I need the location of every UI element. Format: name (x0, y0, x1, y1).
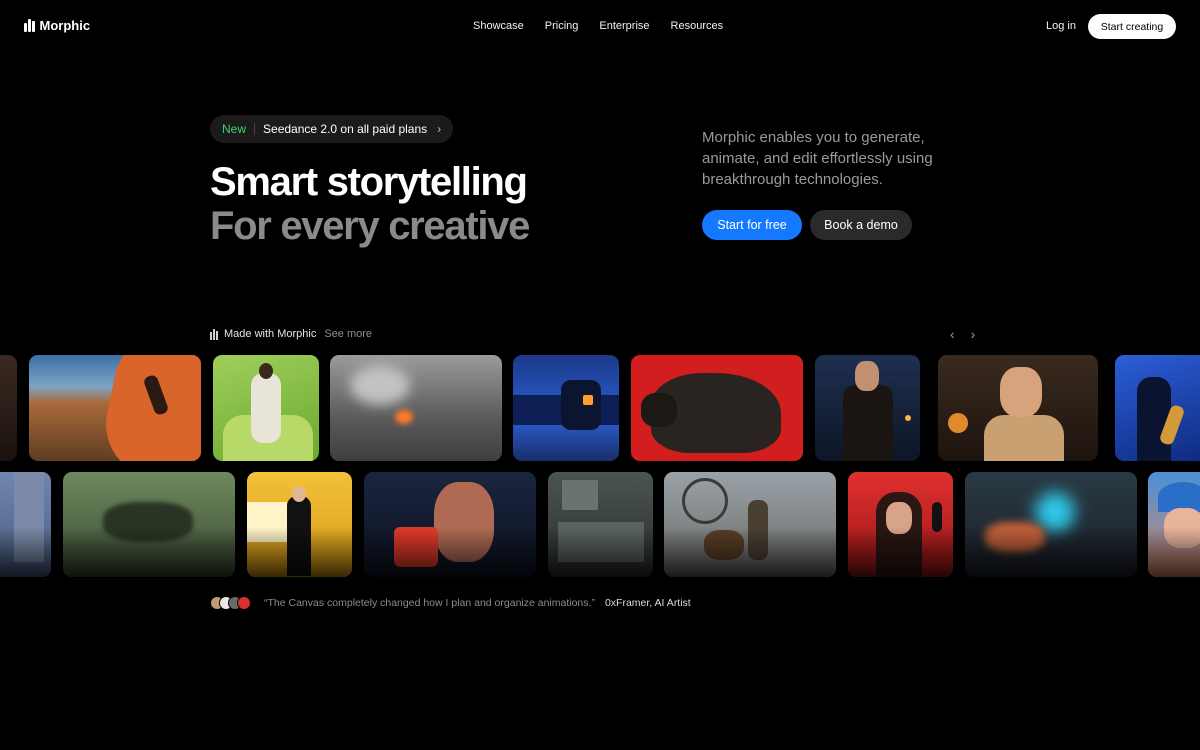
badge-new-label: New (222, 122, 247, 136)
badge-divider (254, 123, 256, 135)
morphic-logo-icon (210, 328, 218, 340)
made-with-label: Made with Morphic (224, 328, 317, 340)
nav-link-enterprise[interactable]: Enterprise (599, 20, 649, 32)
gallery-thumbnail[interactable] (965, 472, 1137, 577)
book-demo-button[interactable]: Book a demo (810, 210, 912, 240)
chevron-right-icon[interactable]: › (971, 326, 976, 342)
brand-name: Morphic (39, 18, 91, 33)
nav-links: Showcase Pricing Enterprise Resources (473, 20, 723, 32)
gallery-thumbnail[interactable] (1115, 355, 1200, 461)
see-more-link[interactable]: See more (324, 328, 372, 340)
made-with-header: Made with Morphic See more (210, 328, 372, 340)
carousel-arrows: ‹ › (950, 326, 975, 342)
hero-description: Morphic enables you to generate, animate… (702, 129, 933, 188)
hero-title-line2: For every creative (210, 204, 530, 248)
gallery-thumbnail[interactable] (0, 472, 51, 577)
nav-link-pricing[interactable]: Pricing (545, 20, 579, 32)
testimonial-quote: “The Canvas completely changed how I pla… (264, 597, 595, 609)
gallery-thumbnail[interactable] (0, 355, 17, 461)
gallery-row-1 (0, 355, 1200, 461)
nav-link-resources[interactable]: Resources (671, 20, 724, 32)
chevron-right-icon: › (437, 122, 442, 136)
gallery-thumbnail[interactable] (330, 355, 502, 461)
gallery-row-2 (0, 472, 1200, 578)
nav-link-showcase[interactable]: Showcase (473, 20, 524, 32)
avatar (237, 596, 251, 610)
login-link[interactable]: Log in (1046, 20, 1076, 32)
gallery-thumbnail[interactable] (247, 472, 352, 577)
gallery-thumbnail[interactable] (815, 355, 920, 461)
brand-logo[interactable]: Morphic (24, 18, 90, 33)
avatar-stack (210, 596, 251, 610)
announcement-badge[interactable]: New Seedance 2.0 on all paid plans › (210, 115, 454, 143)
start-creating-button[interactable]: Start creating (1088, 14, 1176, 39)
gallery-thumbnail[interactable] (63, 472, 235, 577)
gallery-thumbnail[interactable] (848, 472, 953, 577)
gallery-thumbnail[interactable] (664, 472, 836, 577)
chevron-left-icon[interactable]: ‹ (950, 326, 955, 342)
gallery-thumbnail[interactable] (938, 355, 1098, 461)
start-for-free-button[interactable]: Start for free (702, 210, 802, 240)
morphic-logo-icon (24, 19, 35, 32)
gallery-thumbnail[interactable] (631, 355, 803, 461)
gallery-thumbnail[interactable] (364, 472, 536, 577)
badge-text: Seedance 2.0 on all paid plans (263, 122, 428, 136)
gallery-thumbnail[interactable] (1148, 472, 1200, 577)
gallery-thumbnail[interactable] (29, 355, 201, 461)
gallery-thumbnail[interactable] (548, 472, 653, 577)
gallery-thumbnail[interactable] (513, 355, 619, 461)
top-nav: Morphic Showcase Pricing Enterprise Reso… (0, 0, 1200, 54)
hero-title-line1: Smart storytelling (210, 160, 528, 204)
testimonial-author: 0xFramer, AI Artist (604, 597, 691, 609)
gallery-thumbnail[interactable] (213, 355, 319, 461)
hero-title: Smart storytelling For every creative (210, 160, 530, 248)
testimonial: “The Canvas completely changed how I pla… (210, 596, 691, 610)
